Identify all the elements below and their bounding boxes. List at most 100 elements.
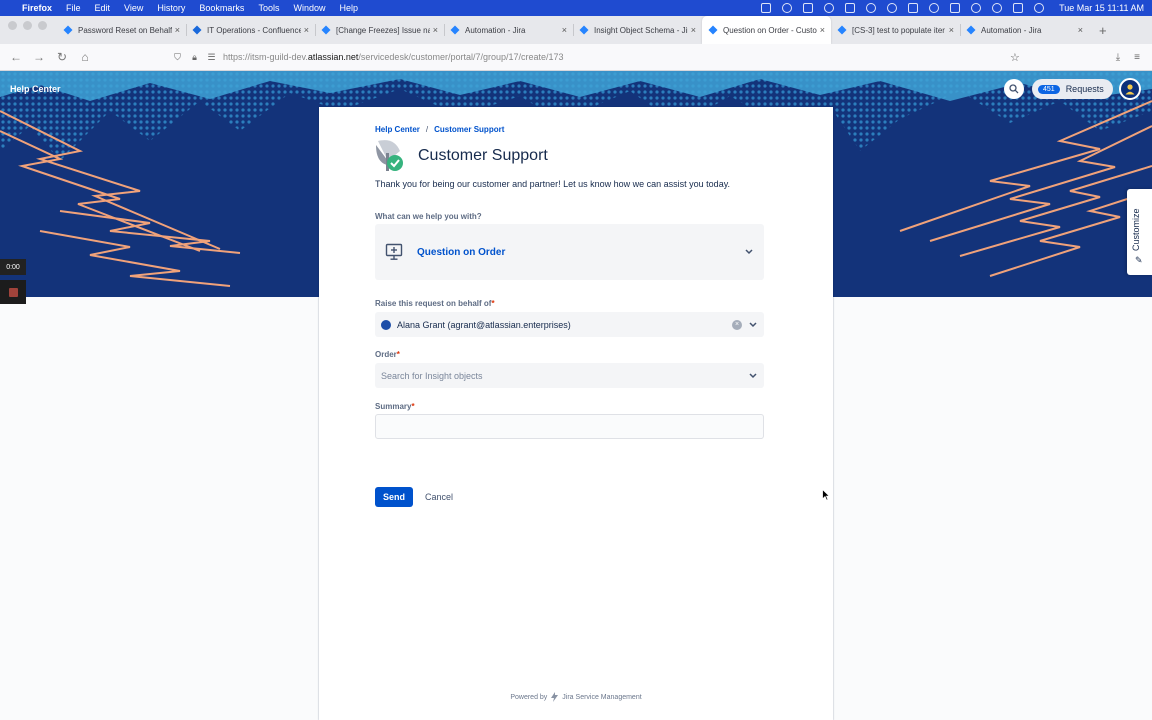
avatar-icon xyxy=(1125,84,1135,95)
powered-by-product[interactable]: Jira Service Management xyxy=(562,694,641,701)
jira-icon xyxy=(708,25,718,35)
menu-history[interactable]: History xyxy=(157,3,185,13)
on-behalf-label: Raise this request on behalf of* xyxy=(375,299,495,308)
tab-title: IT Operations - Confluence xyxy=(207,25,301,35)
downloads-icon[interactable]: ⤓ xyxy=(1116,52,1120,63)
wifi-icon[interactable] xyxy=(971,3,982,13)
status-icons: Tue Mar 15 11:11 AM xyxy=(761,3,1144,13)
menu-app-name[interactable]: Firefox xyxy=(22,3,52,13)
shield-icon[interactable]: ⛉ xyxy=(172,52,183,63)
menu-tools[interactable]: Tools xyxy=(258,3,279,13)
spotlight-icon[interactable] xyxy=(992,3,1003,13)
powered-by-label: Powered by xyxy=(510,693,548,701)
breadcrumb-separator: / xyxy=(425,125,429,134)
search-button[interactable] xyxy=(1004,79,1024,99)
siri-icon[interactable] xyxy=(1034,3,1045,13)
browser-tab[interactable]: Automation - Jira × xyxy=(444,16,573,44)
bluetooth-icon[interactable] xyxy=(929,3,940,13)
customize-tab[interactable]: Customize ✎ xyxy=(1127,189,1152,275)
browser-tab[interactable]: [Change Freezes] Issue navi × xyxy=(315,16,444,44)
requests-button[interactable]: 451 Requests xyxy=(1032,79,1113,99)
close-tab-icon[interactable]: × xyxy=(304,25,309,35)
browser-tabstrip: Password Reset on Behalf o × IT Operations… xyxy=(0,16,1152,44)
menu-help[interactable]: Help xyxy=(339,3,358,13)
control-center-icon[interactable] xyxy=(1013,3,1024,13)
menu-bookmarks[interactable]: Bookmarks xyxy=(199,3,244,13)
jira-icon xyxy=(579,25,589,35)
url-path: /servicedesk/customer/portal/7/group/17/… xyxy=(358,52,564,62)
permissions-icon[interactable]: ☰ xyxy=(206,52,217,63)
lock-icon[interactable]: 🔒︎ xyxy=(189,52,200,63)
browser-tab[interactable]: Question on Order - Custon × xyxy=(702,16,831,44)
required-marker: * xyxy=(411,402,415,411)
forward-icon[interactable]: → xyxy=(31,49,47,65)
display-icon[interactable] xyxy=(845,3,856,13)
reload-icon[interactable]: ↻ xyxy=(54,49,70,65)
monitor-plus-icon xyxy=(385,243,403,260)
browser-tab[interactable]: [CS-3] test to populate iter × xyxy=(831,16,960,44)
close-tab-icon[interactable]: × xyxy=(691,25,696,35)
browser-tab[interactable]: IT Operations - Confluence × xyxy=(186,16,315,44)
close-tab-icon[interactable]: × xyxy=(949,25,954,35)
menu-window[interactable]: Window xyxy=(293,3,325,13)
on-behalf-select[interactable]: Alana Grant (agrant@atlassian.enterprise… xyxy=(375,312,764,337)
zoom-window-icon[interactable] xyxy=(38,20,47,30)
request-type-select[interactable]: Question on Order xyxy=(375,224,764,280)
volume-icon[interactable] xyxy=(908,3,919,13)
menu-edit[interactable]: Edit xyxy=(95,3,111,13)
chevron-down-icon[interactable] xyxy=(744,247,754,257)
key-icon[interactable] xyxy=(866,3,877,13)
page-title: Customer Support xyxy=(418,147,548,164)
camera-icon[interactable] xyxy=(761,3,772,13)
url-prefix: https://itsm-guild-dev. xyxy=(223,52,308,62)
play-icon[interactable] xyxy=(887,3,898,13)
close-tab-icon[interactable]: × xyxy=(433,25,438,35)
request-form-card: Help Center / Customer Support Customer … xyxy=(319,107,833,720)
breadcrumb-customer-support[interactable]: Customer Support xyxy=(434,125,504,134)
request-type-value: Question on Order xyxy=(417,246,506,258)
menu-file[interactable]: File xyxy=(66,3,81,13)
browser-tab[interactable]: Password Reset on Behalf o × xyxy=(57,16,186,44)
close-tab-icon[interactable]: × xyxy=(562,25,567,35)
tab-title: [CS-3] test to populate iter xyxy=(852,25,945,35)
jira-service-management-logo-icon xyxy=(551,692,559,702)
minimize-window-icon[interactable] xyxy=(23,20,32,30)
jira-icon xyxy=(966,25,976,35)
browser-tab[interactable]: Automation - Jira × xyxy=(960,16,1089,44)
help-center-link[interactable]: Help Center xyxy=(10,84,61,94)
browser-tab[interactable]: Insight Object Schema - Jir × xyxy=(573,16,702,44)
powered-by-footer: Powered by Jira Service Management xyxy=(319,692,833,702)
menubar-clock[interactable]: Tue Mar 15 11:11 AM xyxy=(1059,3,1144,13)
bookmark-star-icon[interactable]: ☆ xyxy=(1010,51,1020,64)
close-tab-icon[interactable]: × xyxy=(1078,25,1083,35)
summary-input[interactable] xyxy=(375,414,764,439)
new-tab-icon[interactable]: + xyxy=(1089,23,1107,44)
url-bar[interactable]: ⛉ 🔒︎ ☰ https://itsm-guild-dev. atlassian.… xyxy=(172,47,1032,67)
send-button[interactable]: Send xyxy=(375,487,413,507)
user-avatar[interactable] xyxy=(1119,78,1141,100)
breadcrumb-help-center[interactable]: Help Center xyxy=(375,125,420,134)
jira-icon xyxy=(321,25,331,35)
clear-icon[interactable]: × xyxy=(732,319,742,330)
screenshot-icon[interactable] xyxy=(803,3,814,13)
battery-icon[interactable] xyxy=(950,3,961,13)
close-window-icon[interactable] xyxy=(8,20,17,30)
chevron-down-icon[interactable] xyxy=(748,371,758,381)
close-tab-icon[interactable]: × xyxy=(175,25,180,35)
focus-icon[interactable] xyxy=(824,3,835,13)
url-host: atlassian.net xyxy=(307,52,359,62)
sun-icon[interactable] xyxy=(782,3,793,13)
close-tab-icon[interactable]: × xyxy=(820,25,825,35)
request-type-label: What can we help you with? xyxy=(375,212,482,221)
toolbar-right: ⤓ ≡ xyxy=(1116,52,1140,63)
home-icon[interactable]: ⌂ xyxy=(77,49,93,65)
menu-view[interactable]: View xyxy=(124,3,143,13)
menu-icon[interactable]: ≡ xyxy=(1134,52,1140,63)
order-label: Order* xyxy=(375,350,400,359)
back-icon[interactable]: ← xyxy=(8,49,24,65)
breadcrumb: Help Center / Customer Support xyxy=(375,125,504,134)
cancel-button[interactable]: Cancel xyxy=(419,487,459,507)
order-select[interactable]: Search for Insight objects xyxy=(375,363,764,388)
recorder-stop-button[interactable] xyxy=(0,280,26,304)
chevron-down-icon[interactable] xyxy=(748,320,758,330)
